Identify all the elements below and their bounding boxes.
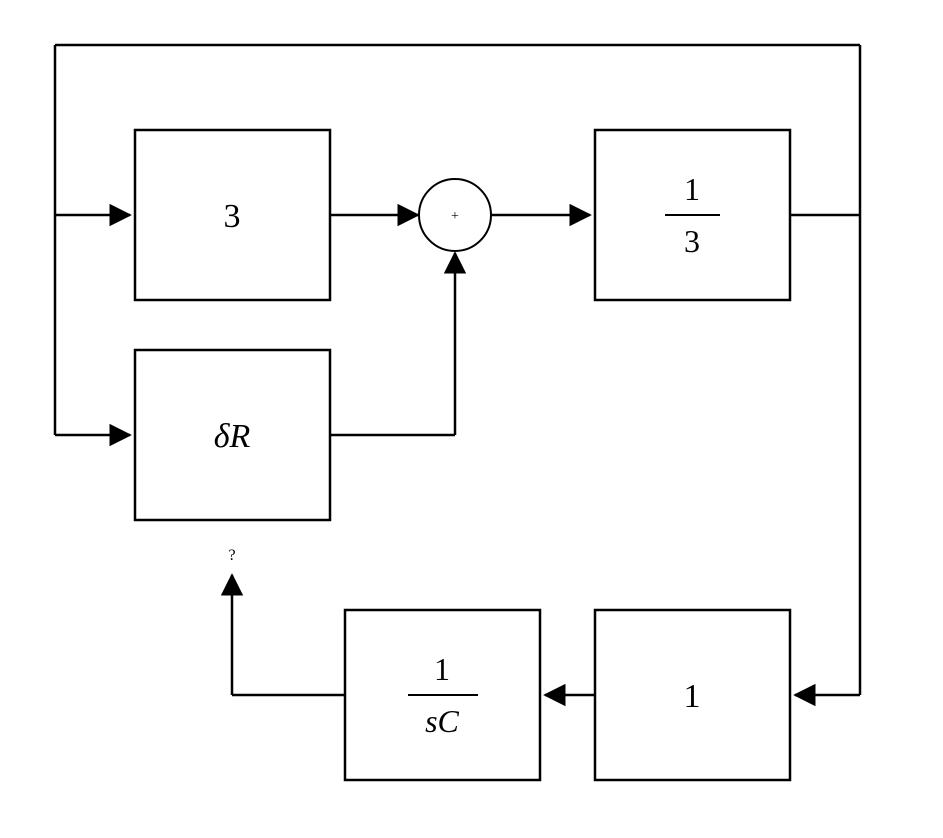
- block-gain3-label: 3: [224, 198, 241, 235]
- block-gain1-label: 1: [684, 678, 701, 715]
- block-frac1sC-num: 1: [434, 651, 450, 687]
- block-frac13-num: 1: [684, 171, 700, 207]
- block-diagram: 3 δR + 1 3 1 1 sC ?: [0, 0, 943, 838]
- summing-junction-plus: +: [451, 209, 459, 224]
- block-frac1sC-den: sC: [425, 703, 459, 739]
- annotation-question-mark: ?: [228, 547, 235, 564]
- block-deltaR-label: δR: [214, 418, 251, 455]
- block-frac13-den: 3: [684, 223, 700, 259]
